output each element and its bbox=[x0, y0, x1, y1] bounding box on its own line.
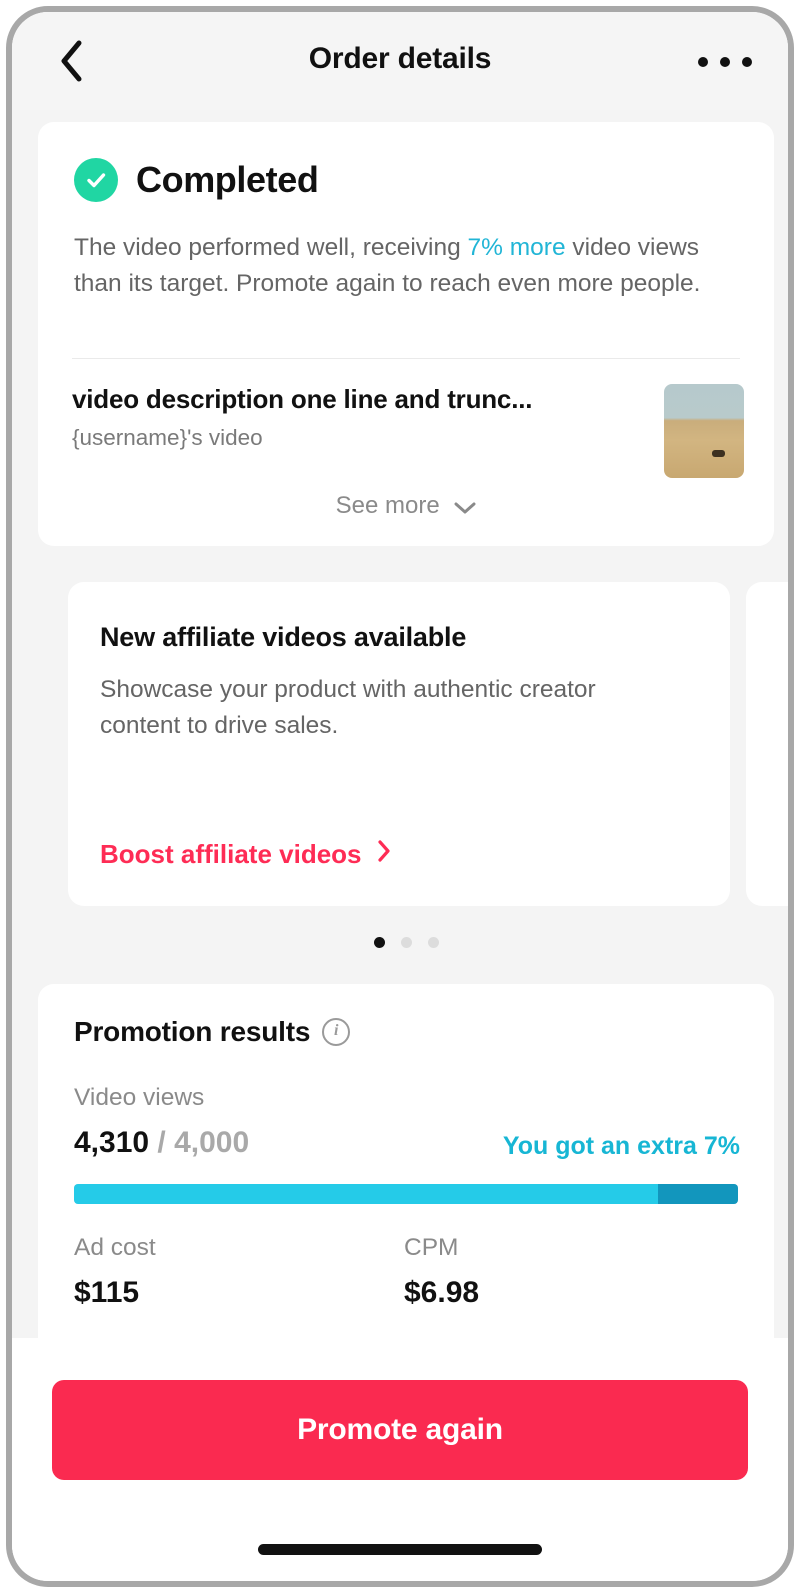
extra-views-note: You got an extra 7% bbox=[502, 1132, 740, 1160]
more-horizontal-icon-dot bbox=[698, 57, 708, 67]
video-views-value: 4,310 / 4,000 bbox=[74, 1126, 249, 1160]
ad-cost-label: Ad cost bbox=[74, 1234, 156, 1261]
chevron-right-icon bbox=[377, 839, 391, 869]
progress-extra-segment bbox=[658, 1184, 738, 1204]
boost-affiliate-videos-link[interactable]: Boost affiliate videos bbox=[100, 839, 391, 870]
thumbnail-detail bbox=[712, 450, 725, 457]
promote-again-button[interactable]: Promote again bbox=[52, 1380, 748, 1480]
promo-card-body: Showcase your product with authentic cre… bbox=[100, 676, 596, 739]
carousel-pagination[interactable] bbox=[12, 937, 788, 948]
video-text-block: video description one line and trunc... … bbox=[72, 384, 632, 451]
progress-base-segment bbox=[74, 1184, 659, 1204]
carousel-dot-3[interactable] bbox=[427, 937, 439, 948]
ad-cost-value: $115 bbox=[74, 1276, 140, 1309]
carousel-dot-2[interactable] bbox=[400, 937, 412, 948]
video-views-label: Video views bbox=[74, 1084, 205, 1111]
status-description-before: The video performed well, receiving bbox=[74, 234, 468, 261]
video-thumbnail[interactable] bbox=[664, 384, 744, 478]
status-description-highlight: 7% more bbox=[467, 234, 566, 261]
check-circle-icon bbox=[74, 158, 118, 202]
app-screen: Order details Completed The video perfor… bbox=[12, 12, 788, 1581]
promo-cta-label: Boost affiliate videos bbox=[100, 839, 362, 869]
results-header: Promotion results i bbox=[74, 1016, 351, 1048]
more-horizontal-icon-dot bbox=[720, 57, 730, 67]
more-options-button[interactable] bbox=[698, 46, 752, 78]
promo-carousel[interactable]: New affiliate videos available Showcase … bbox=[12, 582, 788, 910]
promotion-results-card: Promotion results i Video views 4,310 / … bbox=[38, 984, 774, 1354]
cpm-value: $6.98 bbox=[404, 1276, 480, 1309]
status-badge: Completed bbox=[136, 159, 319, 200]
page-title: Order details bbox=[308, 42, 492, 75]
status-description: The video performed well, receiving 7% m… bbox=[74, 230, 746, 302]
bottom-action-bar: Promote again bbox=[12, 1338, 788, 1581]
info-circle-icon[interactable]: i bbox=[322, 1018, 351, 1046]
card-divider bbox=[72, 358, 740, 359]
video-views-progress-bar bbox=[74, 1184, 738, 1204]
more-horizontal-icon-dot bbox=[742, 57, 752, 67]
video-summary-row[interactable]: video description one line and trunc... … bbox=[72, 384, 744, 480]
phone-frame: Order details Completed The video perfor… bbox=[6, 6, 794, 1587]
see-more-label: See more bbox=[335, 492, 440, 519]
promo-card[interactable]: New affiliate videos available Showcase … bbox=[68, 582, 730, 906]
video-views-actual: 4,310 bbox=[74, 1126, 150, 1159]
video-views-separator: / bbox=[149, 1126, 175, 1159]
results-title: Promotion results bbox=[74, 1016, 311, 1047]
chevron-down-icon bbox=[454, 494, 476, 521]
video-owner: {username}'s video bbox=[72, 425, 263, 450]
video-views-target: 4,000 bbox=[174, 1126, 250, 1159]
order-status-card: Completed The video performed well, rece… bbox=[38, 122, 774, 546]
app-header: Order details bbox=[12, 12, 788, 110]
promo-card-next[interactable] bbox=[746, 582, 788, 906]
carousel-dot-1[interactable] bbox=[373, 937, 385, 948]
promo-card-title: New affiliate videos available bbox=[100, 622, 467, 652]
video-description: video description one line and trunc... bbox=[72, 384, 533, 414]
status-header: Completed bbox=[74, 158, 319, 202]
cpm-label: CPM bbox=[404, 1234, 459, 1261]
see-more-toggle[interactable]: See more bbox=[38, 492, 774, 522]
home-indicator bbox=[258, 1544, 542, 1555]
